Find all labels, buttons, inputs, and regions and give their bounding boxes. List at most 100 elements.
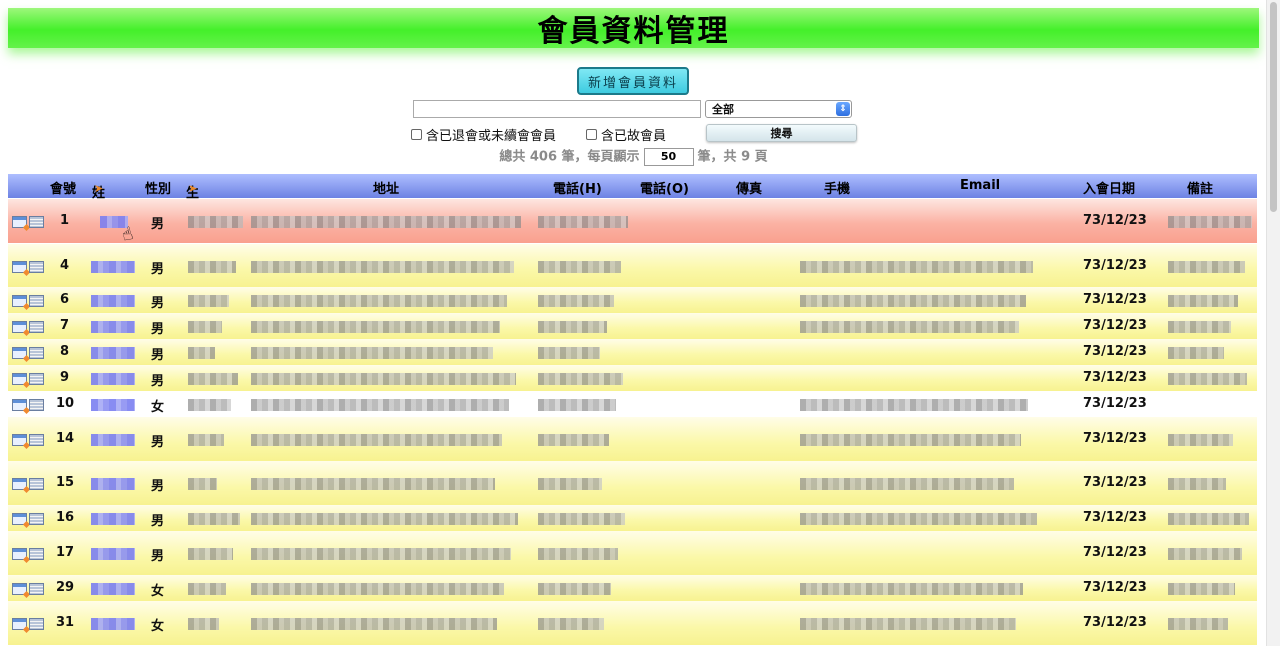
col-id[interactable]: 會號 bbox=[50, 178, 76, 197]
redacted-value bbox=[188, 434, 224, 446]
table-row[interactable]: 17 男 73/12/23 bbox=[8, 531, 1257, 575]
edit-icon[interactable] bbox=[12, 321, 27, 333]
table-row[interactable]: 9 男 73/12/23 bbox=[8, 365, 1257, 391]
select-arrows-icon: ⇕ bbox=[836, 102, 850, 116]
col-join-date[interactable]: 入會日期 bbox=[1083, 178, 1135, 197]
sort-arrow-icon[interactable]: ➤ bbox=[188, 182, 197, 195]
col-email[interactable]: Email bbox=[960, 178, 1000, 193]
col-gender[interactable]: 性別 bbox=[145, 178, 171, 197]
table-row[interactable]: 6 男 73/12/23 bbox=[8, 287, 1257, 313]
redacted-value bbox=[1168, 583, 1235, 595]
redacted-value bbox=[538, 261, 621, 273]
view-icon[interactable] bbox=[29, 478, 44, 490]
redacted-name bbox=[91, 478, 135, 490]
col-note[interactable]: 備註 bbox=[1187, 178, 1213, 197]
sort-arrow-icon[interactable]: ➤ bbox=[94, 182, 103, 195]
edit-icon[interactable] bbox=[12, 261, 27, 273]
gender: 男 bbox=[151, 374, 165, 389]
edit-icon[interactable] bbox=[12, 347, 27, 359]
search-button[interactable]: 搜尋 bbox=[706, 124, 857, 142]
edit-icon[interactable] bbox=[12, 513, 27, 525]
redacted-value bbox=[188, 295, 229, 307]
edit-icon[interactable] bbox=[12, 434, 27, 446]
redacted-value bbox=[800, 261, 1033, 273]
view-icon[interactable] bbox=[29, 261, 44, 273]
scrollbar-thumb[interactable] bbox=[1270, 2, 1277, 212]
view-icon[interactable] bbox=[29, 295, 44, 307]
filter-select-value: 全部 bbox=[712, 103, 734, 116]
paging-prefix: 總共 406 筆，每頁顯示 bbox=[499, 149, 640, 165]
view-icon[interactable] bbox=[29, 618, 44, 630]
table-header: 會號 姓名➤ 性別 生日➤ 地址 電話(H) 電話(O) 傳真 手機 Email… bbox=[8, 174, 1257, 220]
redacted-value bbox=[251, 434, 502, 446]
view-icon[interactable] bbox=[29, 583, 44, 595]
edit-icon[interactable] bbox=[12, 478, 27, 490]
col-fax[interactable]: 傳真 bbox=[736, 178, 762, 197]
view-icon[interactable] bbox=[29, 548, 44, 560]
redacted-name bbox=[91, 618, 135, 630]
view-icon[interactable] bbox=[29, 399, 44, 411]
include-withdrawn-checkbox[interactable]: 含已退會或未續會會員 bbox=[411, 125, 556, 144]
table-row[interactable]: 29 女 73/12/23 bbox=[8, 575, 1257, 601]
gender: 男 bbox=[151, 322, 165, 337]
edit-icon[interactable] bbox=[12, 373, 27, 385]
redacted-value bbox=[538, 478, 602, 490]
member-id: 4 bbox=[60, 258, 70, 273]
include-deceased-checkbox[interactable]: 含已故會員 bbox=[586, 125, 666, 144]
checkbox-box[interactable] bbox=[586, 129, 597, 140]
edit-icon[interactable] bbox=[12, 216, 27, 228]
redacted-value bbox=[188, 373, 238, 385]
view-icon[interactable] bbox=[29, 321, 44, 333]
table-row[interactable]: 14 男 73/12/23 bbox=[8, 417, 1257, 461]
join-date: 73/12/23 bbox=[1083, 344, 1147, 359]
paging-suffix: 筆，共 9 頁 bbox=[697, 149, 768, 165]
col-phone-office[interactable]: 電話(O) bbox=[640, 178, 689, 197]
edit-icon[interactable] bbox=[12, 399, 27, 411]
gender: 男 bbox=[151, 549, 165, 564]
redacted-value bbox=[538, 548, 618, 560]
redacted-value bbox=[188, 478, 217, 490]
table-row[interactable]: 15 男 73/12/23 bbox=[8, 461, 1257, 505]
table-row[interactable]: 4 男 73/12/23 bbox=[8, 244, 1257, 287]
redacted-value bbox=[188, 321, 222, 333]
add-member-button[interactable]: 新增會員資料 bbox=[577, 67, 689, 95]
view-icon[interactable] bbox=[29, 216, 44, 228]
filter-select[interactable]: 全部 ⇕ bbox=[705, 100, 852, 118]
edit-icon[interactable] bbox=[12, 618, 27, 630]
view-icon[interactable] bbox=[29, 347, 44, 359]
table-row[interactable]: 7 男 73/12/23 bbox=[8, 313, 1257, 339]
redacted-name bbox=[91, 373, 135, 385]
edit-icon[interactable] bbox=[12, 583, 27, 595]
view-icon[interactable] bbox=[29, 513, 44, 525]
paging-info: 總共 406 筆，每頁顯示 50 筆，共 9 頁 bbox=[0, 148, 1267, 167]
checkbox-box[interactable] bbox=[411, 129, 422, 140]
col-address[interactable]: 地址 bbox=[373, 178, 399, 197]
redacted-value bbox=[538, 347, 600, 359]
edit-icon[interactable] bbox=[12, 295, 27, 307]
search-input[interactable] bbox=[413, 100, 701, 118]
redacted-value bbox=[1168, 478, 1226, 490]
redacted-value bbox=[251, 321, 500, 333]
gender: 男 bbox=[151, 348, 165, 363]
view-icon[interactable] bbox=[29, 373, 44, 385]
table-row[interactable]: 8 男 73/12/23 bbox=[8, 339, 1257, 365]
scrollbar[interactable] bbox=[1266, 0, 1280, 646]
row-actions bbox=[12, 548, 44, 560]
redacted-value bbox=[251, 548, 511, 560]
table-row[interactable]: 16 男 73/12/23 bbox=[8, 505, 1257, 531]
join-date: 73/12/23 bbox=[1083, 431, 1147, 446]
redacted-name bbox=[91, 295, 135, 307]
redacted-value bbox=[188, 399, 231, 411]
redacted-value bbox=[251, 261, 514, 273]
col-phone-home[interactable]: 電話(H) bbox=[553, 178, 602, 197]
edit-icon[interactable] bbox=[12, 548, 27, 560]
table-row[interactable]: 1 男 73/12/23 bbox=[8, 199, 1257, 243]
redacted-value bbox=[188, 216, 243, 228]
redacted-value bbox=[538, 373, 623, 385]
table-row[interactable]: 31 女 73/12/23 bbox=[8, 601, 1257, 645]
view-icon[interactable] bbox=[29, 434, 44, 446]
table-row[interactable]: 10 女 73/12/23 bbox=[8, 391, 1257, 417]
redacted-value bbox=[1168, 618, 1228, 630]
col-mobile[interactable]: 手機 bbox=[824, 178, 850, 197]
per-page-input[interactable]: 50 bbox=[643, 148, 694, 166]
